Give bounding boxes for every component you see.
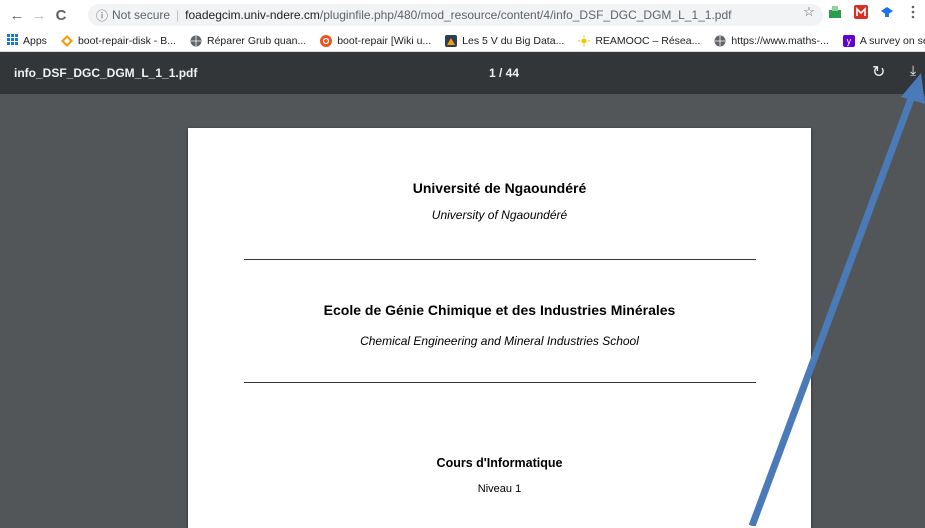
- page-indicator: 1 / 44: [489, 66, 520, 80]
- extension-m-icon[interactable]: [853, 4, 869, 20]
- pdf-toolbar: info_DSF_DGC_DGM_L_1_1.pdf 1 / 44 ↻ ⤓: [0, 52, 925, 94]
- bookmark-item[interactable]: Les 5 V du Big Data...: [438, 34, 571, 47]
- extension-inbox-icon[interactable]: [827, 4, 843, 20]
- download-icon[interactable]: ⤓: [910, 62, 916, 79]
- bookmark-item[interactable]: Réparer Grub quan...: [183, 35, 313, 47]
- bookmark-label: Réparer Grub quan...: [206, 34, 307, 47]
- divider: [244, 382, 756, 383]
- address-bar[interactable]: ⓘ Not secure | foadegcim.univ-ndere.cm /…: [88, 4, 823, 26]
- bookmark-item[interactable]: https://www.maths-...: [707, 35, 835, 47]
- globe-icon: [190, 35, 202, 47]
- pdf-filename: info_DSF_DGC_DGM_L_1_1.pdf: [14, 66, 198, 80]
- university-french: Université de Ngaoundéré: [412, 180, 587, 196]
- bookmark-label: REAMOOC – Résea...: [595, 34, 701, 47]
- ubuntu-icon: [320, 34, 333, 47]
- school-french: Ecole de Génie Chimique et des Industrie…: [323, 302, 676, 318]
- extensions-area: ☆: [801, 4, 921, 20]
- page-icon: [445, 34, 458, 47]
- security-label: Not secure: [112, 8, 171, 22]
- bookmark-item[interactable]: boot-repair-disk - B...: [54, 34, 183, 47]
- bookmark-label: A survey on securit...: [859, 34, 925, 47]
- info-icon[interactable]: ⓘ: [96, 7, 108, 24]
- url-host: foadegcim.univ-ndere.cm: [185, 8, 320, 22]
- extension-cap-icon[interactable]: [879, 4, 895, 20]
- course-level: Niveau 1: [477, 483, 522, 495]
- bookmark-label: Les 5 V du Big Data...: [462, 34, 565, 47]
- bookmark-label: https://www.maths-...: [731, 34, 829, 47]
- divider: [244, 259, 756, 260]
- course-title: Cours d'Informatique: [436, 456, 563, 470]
- yahoo-icon: y: [842, 34, 855, 47]
- rotate-icon[interactable]: ↻: [872, 62, 885, 82]
- pdf-page: Université de Ngaoundéré University of N…: [188, 128, 811, 528]
- bookmark-label: boot-repair [Wiki u...: [337, 34, 432, 47]
- bookmark-item[interactable]: y A survey on securit...: [836, 34, 925, 47]
- browser-toolbar: ← → C ⓘ Not secure | foadegcim.univ-nder…: [0, 0, 925, 30]
- bookmark-item[interactable]: REAMOOC – Résea...: [571, 34, 707, 47]
- reload-icon[interactable]: C: [50, 4, 72, 26]
- university-english: University of Ngaoundéré: [431, 208, 568, 222]
- url-separator: |: [176, 8, 180, 22]
- apps-grid-icon: [7, 33, 18, 48]
- globe-icon: [714, 35, 726, 47]
- bookmark-apps[interactable]: Apps: [0, 33, 54, 48]
- pdf-viewer[interactable]: Université de Ngaoundéré University of N…: [0, 94, 925, 528]
- diamond-icon: [60, 34, 73, 47]
- forward-icon[interactable]: →: [28, 4, 50, 26]
- school-english: Chemical Engineering and Mineral Industr…: [360, 334, 639, 348]
- url-path: /pluginfile.php/480/mod_resource/content…: [319, 8, 732, 22]
- bookmarks-bar: Apps boot-repair-disk - B... Réparer Gru…: [0, 30, 925, 52]
- sun-icon: [578, 34, 591, 47]
- bookmark-star-icon[interactable]: ☆: [801, 4, 817, 20]
- menu-icon[interactable]: [905, 4, 921, 20]
- bookmark-label: boot-repair-disk - B...: [77, 34, 176, 47]
- bookmark-label: Apps: [23, 34, 47, 47]
- bookmark-item[interactable]: boot-repair [Wiki u...: [313, 34, 438, 47]
- back-icon[interactable]: ←: [6, 4, 28, 26]
